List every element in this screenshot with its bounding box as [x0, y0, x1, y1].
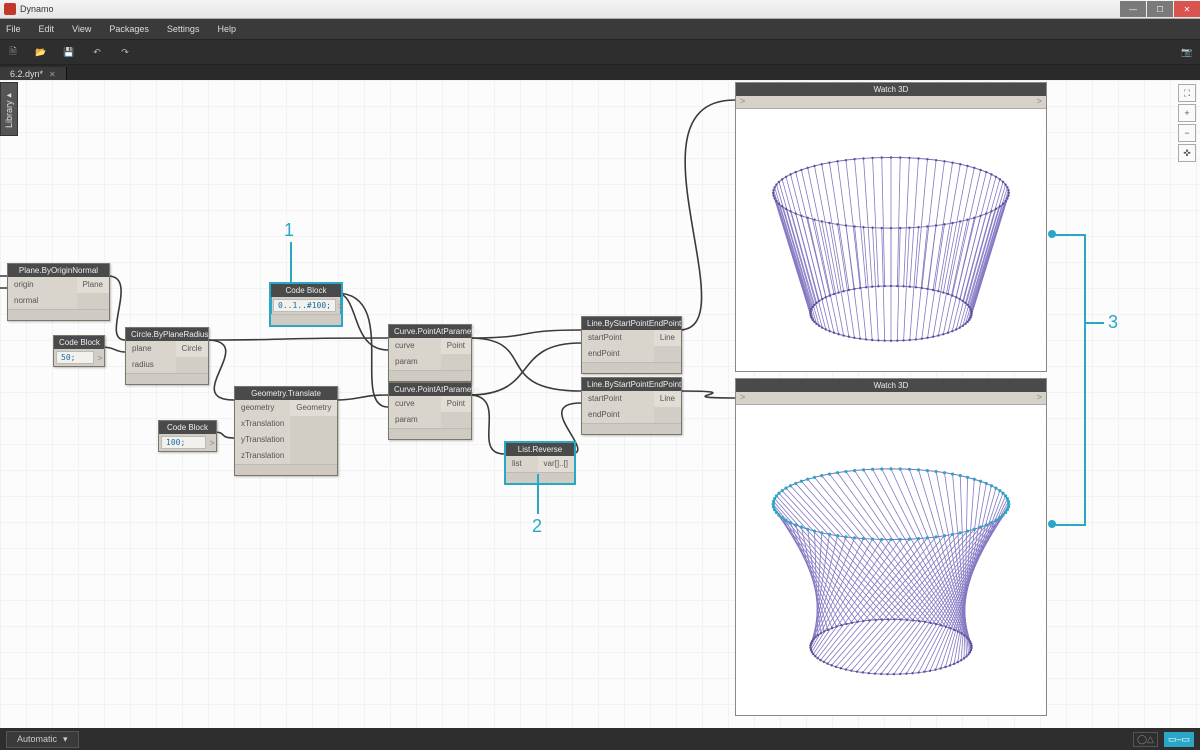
node-curve-pointatparameter-1[interactable]: Curve.PointAtParameter curveparamPoint — [388, 324, 472, 382]
tab-file[interactable]: 6.2.dyn* ✕ — [0, 67, 67, 81]
node-plane-byoriginnormal[interactable]: Plane.ByOriginNormal originnormal Plane — [7, 263, 110, 321]
window-close-button[interactable]: ✕ — [1174, 1, 1200, 17]
run-mode-label: Automatic — [17, 734, 57, 744]
node-title: Watch 3D — [736, 379, 1046, 392]
watch3d-viewport[interactable] — [736, 109, 1046, 371]
annotation-2: 2 — [532, 516, 542, 537]
redo-icon[interactable]: ↷ — [118, 45, 132, 59]
library-panel-toggle[interactable]: Library ▸ — [0, 82, 18, 136]
window-minimize-button[interactable]: — — [1120, 1, 1146, 17]
camera-icon[interactable]: 📷 — [1180, 45, 1194, 59]
node-line-bystartend-1[interactable]: Line.ByStartPointEndPoint startPointendP… — [581, 316, 682, 374]
node-title: Circle.ByPlaneRadius — [126, 328, 208, 341]
node-title: Geometry.Translate — [235, 387, 337, 400]
annotation-3: 3 — [1108, 312, 1118, 333]
menu-help[interactable]: Help — [217, 24, 236, 34]
undo-icon[interactable]: ↶ — [90, 45, 104, 59]
output-port[interactable]: > — [208, 438, 216, 448]
node-title: Code Block — [159, 421, 216, 434]
node-title: Plane.ByOriginNormal — [8, 264, 109, 277]
chevron-down-icon: ▸ — [7, 90, 12, 101]
node-circle-byplaneradius[interactable]: Circle.ByPlaneRadius planeradiusCircle — [125, 327, 209, 385]
node-line-bystartend-2[interactable]: Line.ByStartPointEndPoint startPointendP… — [581, 377, 682, 435]
save-file-icon[interactable]: 💾 — [62, 45, 76, 59]
annotation-line — [1052, 234, 1086, 236]
node-list-reverse[interactable]: List.Reverse listvar[]..[] — [504, 441, 576, 485]
chevron-down-icon: ▾ — [63, 734, 68, 745]
node-title: Watch 3D — [736, 83, 1046, 96]
close-icon[interactable]: ✕ — [49, 70, 56, 79]
app-icon — [4, 3, 16, 15]
window-maximize-button[interactable]: ☐ — [1147, 1, 1173, 17]
output-port[interactable]: > — [338, 301, 343, 311]
watch3d-viewport[interactable] — [736, 405, 1046, 715]
node-title: Curve.PointAtParameter — [389, 325, 471, 338]
preview-toggles: ◯△ ▭–▭ — [1133, 732, 1194, 747]
node-watch3d-2[interactable]: Watch 3D >> — [735, 378, 1047, 716]
node-codeblock-ztrans[interactable]: Code Block 100;> — [158, 420, 217, 452]
annotation-line — [290, 242, 292, 282]
node-title: List.Reverse — [506, 443, 574, 456]
preview-nav-icon[interactable]: ▭–▭ — [1164, 732, 1194, 747]
node-title: Line.ByStartPointEndPoint — [582, 378, 681, 391]
node-title: Line.ByStartPointEndPoint — [582, 317, 681, 330]
zoom-controls: ⛶ + − ✜ — [1178, 84, 1196, 162]
zoom-in-button[interactable]: + — [1178, 104, 1196, 122]
zoom-fit-button[interactable]: ⛶ — [1178, 84, 1196, 102]
annotation-line — [1084, 234, 1086, 524]
app-title: Dynamo — [20, 4, 54, 14]
library-label: Library — [4, 101, 14, 129]
node-title: Curve.PointAtParameter — [389, 383, 471, 396]
app-window: Dynamo — ☐ ✕ File Edit View Packages Set… — [0, 0, 1200, 750]
annotation-1: 1 — [284, 220, 294, 241]
statusbar: Automatic ▾ ◯△ ▭–▭ — [0, 728, 1200, 750]
node-codeblock-radius[interactable]: Code Block 50;> — [53, 335, 105, 367]
output-port[interactable]: > — [96, 353, 104, 363]
watch-port-row: >> — [736, 96, 1046, 109]
tab-label: 6.2.dyn* — [10, 69, 43, 79]
run-mode-dropdown[interactable]: Automatic ▾ — [6, 731, 79, 748]
menubar: File Edit View Packages Settings Help — [0, 19, 1200, 40]
toolbar: 🗎 📂 💾 ↶ ↷ 📷 — [0, 40, 1200, 65]
node-codeblock-range[interactable]: Code Block 0..1..#100;> — [269, 282, 343, 327]
node-title: Code Block — [271, 284, 341, 297]
canvas[interactable]: Library ▸ ⛶ + − ✜ — [0, 80, 1200, 728]
code-input[interactable]: 100; — [161, 436, 206, 449]
preview-geom-icon[interactable]: ◯△ — [1133, 732, 1158, 747]
node-watch3d-1[interactable]: Watch 3D >> — [735, 82, 1047, 372]
annotation-dot — [1048, 230, 1056, 238]
input-port[interactable]: > — [740, 96, 745, 108]
node-curve-pointatparameter-2[interactable]: Curve.PointAtParameter curveparamPoint — [388, 382, 472, 440]
code-input[interactable]: 0..1..#100; — [273, 299, 336, 312]
open-file-icon[interactable]: 📂 — [34, 45, 48, 59]
menu-view[interactable]: View — [72, 24, 91, 34]
menu-settings[interactable]: Settings — [167, 24, 200, 34]
annotation-line — [1052, 524, 1086, 526]
zoom-target-button[interactable]: ✜ — [1178, 144, 1196, 162]
menu-packages[interactable]: Packages — [109, 24, 149, 34]
annotation-dot — [1048, 520, 1056, 528]
titlebar: Dynamo — ☐ ✕ — [0, 0, 1200, 19]
zoom-out-button[interactable]: − — [1178, 124, 1196, 142]
menu-edit[interactable]: Edit — [39, 24, 55, 34]
annotation-line — [1086, 322, 1104, 324]
node-title: Code Block — [54, 336, 104, 349]
input-port[interactable]: > — [740, 392, 745, 404]
output-port[interactable]: > — [1037, 96, 1042, 108]
output-port[interactable]: > — [1037, 392, 1042, 404]
menu-file[interactable]: File — [6, 24, 21, 34]
new-file-icon[interactable]: 🗎 — [6, 45, 20, 59]
watch-port-row: >> — [736, 392, 1046, 405]
annotation-line — [537, 474, 539, 514]
node-geometry-translate[interactable]: Geometry.Translate geometryxTranslationy… — [234, 386, 338, 476]
code-input[interactable]: 50; — [56, 351, 94, 364]
